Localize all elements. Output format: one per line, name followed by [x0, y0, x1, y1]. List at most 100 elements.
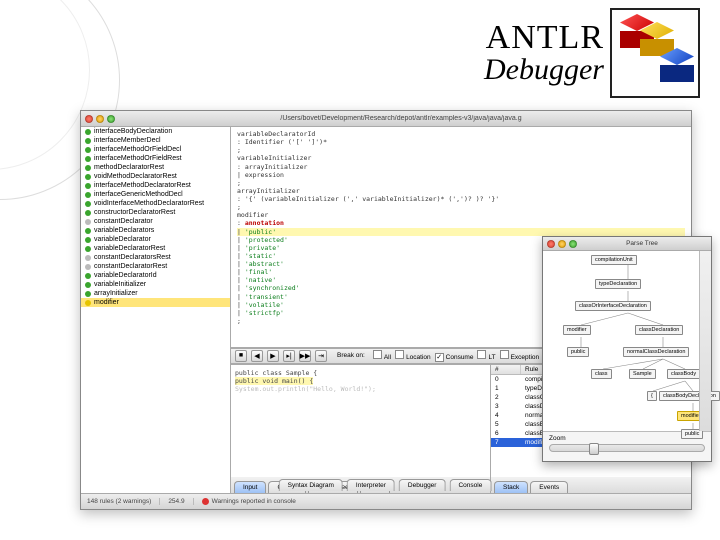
rule-item[interactable]: interfaceGenericMethodDecl	[81, 190, 230, 199]
warning-icon	[202, 498, 209, 505]
rule-label: interfaceGenericMethodDecl	[94, 191, 183, 198]
rule-item[interactable]: interfaceBodyDeclaration	[81, 127, 230, 136]
status-rules: 148 rules (2 warnings)	[87, 498, 160, 505]
sample-line: public void main() {	[235, 377, 486, 385]
rule-item[interactable]: voidInterfaceMethodDeclaratorRest	[81, 199, 230, 208]
global-tabs: Syntax Diagram Interpreter DebuggerConsole	[279, 479, 494, 491]
rule-status-icon	[85, 165, 91, 171]
break-option-label: Location	[406, 354, 431, 361]
editor-line: : annotation	[237, 219, 685, 227]
rule-item[interactable]: arrayInitializer	[81, 289, 230, 298]
break-checkbox[interactable]	[395, 350, 404, 359]
editor-line: ;	[237, 203, 685, 211]
run-button[interactable]: ▶▶	[299, 350, 311, 362]
rule-label: interfaceMethodOrFieldDecl	[94, 146, 181, 153]
stack-index: 4	[491, 411, 521, 420]
rule-item[interactable]: constructorDeclaratorRest	[81, 208, 230, 217]
zoom-icon[interactable]	[569, 240, 577, 248]
rule-item[interactable]: interfaceMethodDeclaratorRest	[81, 181, 230, 190]
stop-button[interactable]: ■	[235, 350, 247, 362]
rule-label: interfaceMemberDecl	[94, 137, 161, 144]
minimize-icon[interactable]	[558, 240, 566, 248]
status-msg: Warnings reported in console	[202, 498, 296, 505]
tree-node[interactable]: public	[567, 347, 589, 357]
step-back-button[interactable]: ◀	[251, 350, 263, 362]
sample-line: System.out.println("Hello, World!");	[235, 385, 486, 393]
rule-label: constantDeclaratorsRest	[94, 254, 171, 261]
step-over-button[interactable]: ▸|	[283, 350, 295, 362]
tree-node[interactable]: modifier	[563, 325, 591, 335]
tab-input[interactable]: Input	[234, 481, 266, 493]
break-checkbox[interactable]	[373, 350, 382, 359]
rule-status-icon	[85, 282, 91, 288]
rule-item[interactable]: constantDeclarator	[81, 217, 230, 226]
window-title-path: /Users/bovet/Development/Research/depot/…	[115, 115, 687, 122]
rule-item[interactable]: interfaceMemberDecl	[81, 136, 230, 145]
stack-index: 1	[491, 384, 521, 393]
parse-tree-window[interactable]: Parse Tree compilationUnit typeDeclarati…	[542, 236, 712, 462]
zoom-icon[interactable]	[107, 115, 115, 123]
tree-node[interactable]: classBody	[667, 369, 700, 379]
break-checkbox[interactable]	[500, 350, 509, 359]
global-tab-debugger[interactable]: Debugger	[399, 479, 446, 491]
rule-item[interactable]: variableDeclaratorRest	[81, 244, 230, 253]
scrollbar-vertical[interactable]	[699, 251, 711, 431]
window-controls	[85, 115, 115, 123]
rule-item[interactable]: variableDeclarators	[81, 226, 230, 235]
rule-item[interactable]: voidMethodDeclaratorRest	[81, 172, 230, 181]
tree-node[interactable]: typeDeclaration	[595, 279, 641, 289]
sample-input[interactable]: public class Sample { public void main()…	[231, 365, 490, 477]
rule-label: variableInitializer	[94, 281, 146, 288]
tree-node[interactable]: classOrInterfaceDeclaration	[575, 301, 651, 311]
global-tab-syntax-diagram[interactable]: Syntax Diagram	[279, 479, 343, 491]
zoom-slider[interactable]	[549, 444, 705, 452]
rule-item[interactable]: interfaceMethodOrFieldDecl	[81, 145, 230, 154]
step-button[interactable]: ▶	[267, 350, 279, 362]
rule-item[interactable]: variableDeclarator	[81, 235, 230, 244]
editor-line: variableDeclaratorId	[237, 130, 685, 138]
rule-label: variableDeclaratorRest	[94, 245, 165, 252]
slide-header: ANTLR Debugger	[484, 8, 700, 98]
tree-node[interactable]: classDeclaration	[635, 325, 683, 335]
editor-line: variableInitializer	[237, 154, 685, 162]
rule-item[interactable]: modifier	[81, 298, 230, 307]
status-memory: 254.9	[168, 498, 193, 505]
break-checkbox[interactable]	[477, 350, 486, 359]
break-option-label: Consume	[446, 354, 474, 361]
rule-status-icon	[85, 156, 91, 162]
stack-index: 0	[491, 375, 521, 384]
rule-status-icon	[85, 255, 91, 261]
parse-tree-canvas[interactable]: compilationUnit typeDeclaration classOrI…	[543, 251, 711, 431]
close-icon[interactable]	[85, 115, 93, 123]
tab-events[interactable]: Events	[530, 481, 568, 493]
rule-label: voidMethodDeclaratorRest	[94, 173, 177, 180]
rule-item[interactable]: interfaceMethodOrFieldRest	[81, 154, 230, 163]
slider-thumb[interactable]	[589, 443, 599, 455]
rule-status-icon	[85, 273, 91, 279]
tree-node[interactable]: class	[591, 369, 612, 379]
rule-status-icon	[85, 183, 91, 189]
rule-status-icon	[85, 246, 91, 252]
close-icon[interactable]	[547, 240, 555, 248]
tab-stack[interactable]: Stack	[494, 481, 528, 493]
slide-title-2: Debugger	[484, 53, 604, 87]
rules-sidebar[interactable]: interfaceBodyDeclarationinterfaceMemberD…	[81, 127, 231, 493]
rule-item[interactable]: methodDeclaratorRest	[81, 163, 230, 172]
tree-node[interactable]: normalClassDeclaration	[623, 347, 689, 357]
rule-item[interactable]: variableDeclaratorId	[81, 271, 230, 280]
global-tab-console[interactable]: Console	[449, 479, 491, 491]
tree-node[interactable]: compilationUnit	[591, 255, 637, 265]
global-tab-interpreter[interactable]: Interpreter	[347, 479, 395, 491]
stack-index: 2	[491, 393, 521, 402]
rule-item[interactable]: variableInitializer	[81, 280, 230, 289]
rule-item[interactable]: constantDeclaratorsRest	[81, 253, 230, 262]
tree-node[interactable]: {	[647, 391, 657, 401]
minimize-icon[interactable]	[96, 115, 104, 123]
window-titlebar[interactable]: /Users/bovet/Development/Research/depot/…	[81, 111, 691, 127]
rule-item[interactable]: constantDeclaratorRest	[81, 262, 230, 271]
rule-status-icon	[85, 210, 91, 216]
break-checkbox[interactable]: ✓	[435, 353, 444, 362]
goto-button[interactable]: ⇥	[315, 350, 327, 362]
tree-node[interactable]: Sample	[629, 369, 656, 379]
rule-status-icon	[85, 174, 91, 180]
